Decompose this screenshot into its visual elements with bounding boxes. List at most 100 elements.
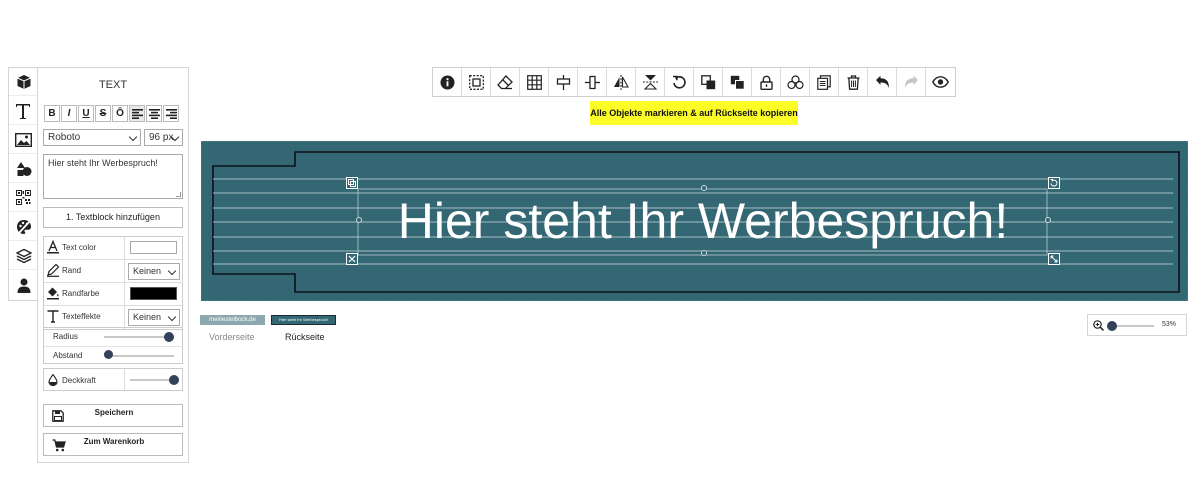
back-page-thumbnail[interactable]: Hier steht Ihr Werbespruch! (271, 315, 336, 325)
spacing-slider-track[interactable] (104, 355, 174, 357)
qr-code-icon (16, 190, 31, 205)
zoom-control: 53% (1087, 314, 1187, 336)
right-edge-handle[interactable] (1045, 217, 1051, 223)
text-color-swatch[interactable] (130, 241, 177, 254)
tool-image-button[interactable] (9, 126, 38, 154)
eraser-button[interactable] (491, 68, 520, 96)
resize-grip-icon[interactable] (176, 192, 181, 197)
front-page-thumbnail[interactable]: meinestelbock.de (200, 315, 265, 325)
delete-handle[interactable] (346, 253, 358, 265)
preview-button[interactable] (926, 68, 955, 96)
flip-vertical-button[interactable] (636, 68, 665, 96)
radius-slider-handle[interactable] (164, 332, 174, 342)
font-size-select[interactable]: 96 px (144, 129, 183, 146)
tooltip: Alle Objekte markieren & auf Rückseite k… (590, 101, 798, 125)
tool-products-button[interactable] (9, 68, 38, 96)
save-label: Speichern (94, 408, 134, 417)
tool-account-button[interactable] (9, 271, 38, 299)
zoom-in-icon[interactable] (1093, 320, 1104, 331)
delete-button[interactable] (839, 68, 868, 96)
font-family-select[interactable]: Roboto (43, 129, 141, 146)
text-color-row: Text color (44, 237, 182, 260)
redo-icon (904, 75, 918, 88)
select-all-button[interactable] (462, 68, 491, 96)
image-icon (15, 132, 32, 147)
align-right-button[interactable] (163, 105, 179, 122)
user-icon (17, 278, 30, 293)
close-icon (348, 255, 356, 263)
cube-icon (16, 74, 31, 89)
rotate-button[interactable] (665, 68, 694, 96)
bring-forward-icon (700, 74, 715, 89)
save-button[interactable]: Speichern (43, 404, 183, 427)
strikethrough-button[interactable]: S (95, 105, 111, 122)
flip-vertical-icon (642, 75, 658, 90)
add-textblock-button[interactable]: 1. Textblock hinzufügen (43, 207, 183, 228)
align-left-button[interactable] (129, 105, 145, 122)
copy-button[interactable] (810, 68, 839, 96)
back-thumb-text: Hier steht Ihr Werbespruch! (279, 317, 328, 322)
layers-icon (15, 248, 32, 263)
group-button[interactable] (781, 68, 810, 96)
flip-horizontal-button[interactable] (607, 68, 636, 96)
send-backward-button[interactable] (723, 68, 752, 96)
resize-diagonal-icon (1050, 255, 1058, 263)
chevron-down-icon (128, 132, 138, 142)
tool-qr-button[interactable] (9, 184, 38, 212)
text-input[interactable]: Hier steht Ihr Werbespruch! (43, 154, 183, 199)
pen-icon (47, 263, 60, 277)
font-size-value: 96 px (149, 132, 174, 143)
add-to-cart-button[interactable]: Zum Warenkorb (43, 433, 183, 456)
resize-handle[interactable] (1048, 253, 1060, 265)
left-edge-handle[interactable] (356, 217, 362, 223)
bold-button[interactable]: B (44, 105, 60, 122)
border-select[interactable]: Keinen (128, 263, 180, 280)
canvas-text-object[interactable]: Hier steht Ihr Werbespruch! (358, 188, 1048, 256)
undo-button[interactable] (868, 68, 897, 96)
info-button[interactable] (433, 68, 462, 96)
border-color-label: Randfarbe (62, 289, 100, 298)
tool-design-button[interactable] (9, 213, 38, 241)
text-effects-label: Texteffekte (62, 312, 101, 321)
spacing-slider-handle[interactable] (104, 350, 113, 359)
duplicate-handle[interactable] (346, 177, 358, 189)
opacity-label: Deckkraft (62, 376, 96, 385)
font-family-value: Roboto (48, 132, 81, 143)
tool-text-button[interactable] (9, 97, 38, 125)
bring-forward-button[interactable] (694, 68, 723, 96)
chevron-down-icon (167, 266, 177, 276)
grid-button[interactable] (520, 68, 549, 96)
border-value: Keinen (133, 266, 162, 276)
overline-button[interactable]: Ō (112, 105, 128, 122)
top-edge-handle[interactable] (701, 185, 707, 191)
italic-button[interactable]: I (61, 105, 77, 122)
tool-layers-button[interactable] (9, 242, 38, 270)
tool-shapes-button[interactable] (9, 155, 38, 183)
bottom-edge-handle[interactable] (701, 250, 707, 256)
center-horizontal-button[interactable] (549, 68, 578, 96)
text-input-value: Hier steht Ihr Werbespruch! (48, 158, 158, 168)
rotate-handle[interactable] (1048, 177, 1060, 189)
opacity-row: Deckkraft (43, 368, 183, 391)
align-center-icon (148, 108, 160, 119)
border-row: Rand Keinen (44, 260, 182, 283)
radius-row: Radius (44, 328, 182, 346)
zoom-slider-handle[interactable] (1107, 321, 1117, 331)
redo-button[interactable] (897, 68, 926, 96)
back-page-label[interactable]: Rückseite (285, 332, 325, 342)
border-color-swatch[interactable] (130, 287, 177, 300)
center-vertical-button[interactable] (578, 68, 607, 96)
text-style-table: Text color Rand Keinen Randfarbe Texteff… (43, 236, 183, 330)
text-effects-row: Texteffekte Keinen (44, 306, 182, 329)
radius-label: Radius (53, 332, 78, 341)
select-all-icon (468, 74, 484, 90)
front-page-label[interactable]: Vorderseite (209, 332, 255, 342)
underline-button[interactable]: U (78, 105, 94, 122)
opacity-slider-handle[interactable] (169, 375, 179, 385)
format-toolbar: B I U S Ō (44, 105, 180, 122)
text-effects-select[interactable]: Keinen (128, 309, 180, 326)
align-center-button[interactable] (146, 105, 162, 122)
lock-icon (759, 75, 773, 90)
lock-button[interactable] (752, 68, 781, 96)
tool-strip (8, 67, 38, 301)
